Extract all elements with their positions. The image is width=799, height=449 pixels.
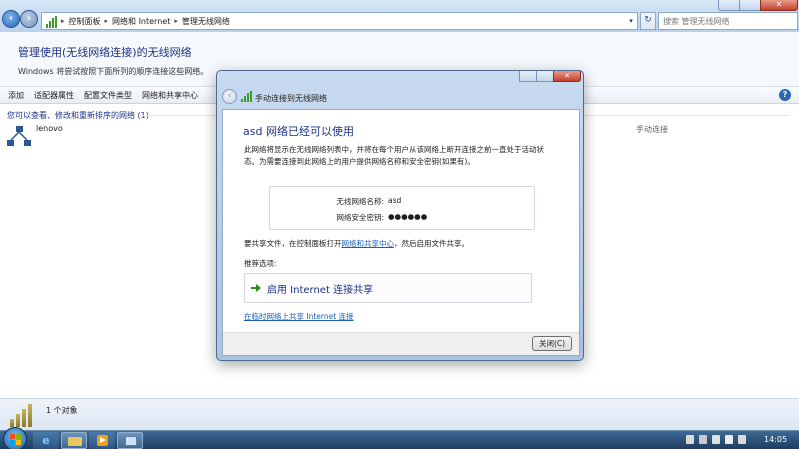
wireless-signal-icon [10, 403, 36, 427]
clock[interactable]: 14:05 [764, 435, 787, 444]
dialog-minimize-button[interactable] [519, 71, 537, 82]
close-button[interactable]: ✕ [760, 0, 798, 11]
control-panel-icon[interactable] [117, 432, 143, 449]
media-player-icon[interactable] [89, 432, 115, 449]
share-instructions: 要共享文件，在控制面板打开网络和共享中心，然后启用文件共享。 [244, 238, 469, 249]
help-icon[interactable]: ? [779, 89, 791, 101]
network-signal-icon [44, 14, 60, 28]
play-icon [97, 435, 108, 446]
network-sharing-center-link[interactable]: 网络和共享中心 [342, 239, 395, 248]
search-input[interactable]: 搜索 管理无线网络 [658, 12, 798, 30]
dialog-body: asd 网络已经可以使用 此网络将显示在无线网络列表中，并将在每个用户从该网络上… [222, 109, 580, 356]
add-button[interactable]: 添加 [3, 90, 29, 101]
system-tray [686, 435, 746, 444]
volume-icon[interactable] [738, 435, 746, 444]
minimize-button[interactable] [718, 0, 740, 11]
profile-types-button[interactable]: 配置文件类型 [79, 90, 137, 101]
forward-button[interactable]: › [20, 10, 38, 28]
dialog-footer: 关闭(C) [223, 332, 579, 355]
details-pane: 1 个对象 [0, 398, 799, 430]
breadcrumb-control-panel[interactable]: 控制面板 [66, 16, 104, 27]
dialog-heading: asd 网络已经可以使用 [243, 125, 354, 138]
dialog-back-button[interactable]: ‹ [222, 89, 237, 104]
network-tray-icon[interactable] [712, 435, 720, 444]
security-key-label: 网络安全密钥: [336, 213, 384, 222]
windows-logo-icon [10, 434, 21, 445]
network-name-label: 无线网络名称: [336, 197, 384, 206]
refresh-button[interactable]: ↻ [640, 12, 656, 30]
taskbar: e 14:05 [0, 427, 799, 449]
keyboard-icon[interactable] [686, 435, 694, 444]
manual-connect-dialog: ✕ ‹ 手动连接到无线网络 asd 网络已经可以使用 此网络将显示在无线网络列表… [216, 70, 584, 361]
network-name-row: 无线网络名称: asd [270, 196, 536, 208]
dialog-title: 手动连接到无线网络 [255, 94, 327, 103]
share-internet-adhoc-link[interactable]: 在临时网络上共享 Internet 连接 [244, 311, 354, 322]
dialog-close-button[interactable]: ✕ [553, 71, 581, 82]
security-key-row: 网络安全密钥: ●●●●●● [270, 212, 536, 224]
back-button[interactable]: ‹ [2, 10, 20, 28]
address-bar[interactable]: ▸ 控制面板 ▸ 网络和 Internet ▸ 管理无线网络 ▾ [41, 12, 638, 30]
object-count: 1 个对象 [46, 406, 78, 415]
address-dropdown-icon[interactable]: ▾ [625, 17, 637, 25]
network-name-value: asd [388, 196, 402, 205]
page-subtitle: Windows 将尝试按照下面所列的顺序连接这些网络。 [18, 67, 209, 76]
dialog-description: 此网络将显示在无线网络列表中，并将在每个用户从该网络上断开连接之前一直处于活动状… [244, 145, 544, 166]
explorer-titlebar: ✕ ‹ › ▸ 控制面板 ▸ 网络和 Internet ▸ 管理无线网络 ▾ ↻… [0, 0, 799, 32]
enable-ics-label: 启用 Internet 连接共享 [267, 284, 374, 296]
recommended-options-label: 推荐选项: [244, 259, 277, 268]
security-key-value: ●●●●●● [388, 212, 428, 221]
close-button[interactable]: 关闭(C) [532, 336, 572, 351]
breadcrumb-manage-wireless[interactable]: 管理无线网络 [179, 16, 233, 27]
search-placeholder: 搜索 管理无线网络 [663, 16, 730, 26]
adapter-properties-button[interactable]: 适配器属性 [29, 90, 79, 101]
share-prefix: 要共享文件，在控制面板打开 [244, 239, 342, 248]
green-arrow-icon [251, 283, 261, 293]
enable-ics-command-button[interactable]: 启用 Internet 连接共享 [244, 273, 532, 303]
network-connection-mode: 手动连接 [636, 125, 668, 134]
network-info-box: 无线网络名称: asd 网络安全密钥: ●●●●●● [269, 186, 535, 230]
page-title: 管理使用(无线网络连接)的无线网络 [18, 46, 192, 59]
control-panel-glyph-icon [125, 436, 137, 446]
share-suffix: ，然后启用文件共享。 [394, 239, 469, 248]
flag-icon[interactable] [699, 435, 707, 444]
group-header: 您可以查看、修改和重新排序的网络 (1) [7, 111, 149, 120]
battery-icon[interactable] [725, 435, 733, 444]
adhoc-network-icon [7, 126, 31, 146]
network-name[interactable]: lenovo [36, 124, 63, 133]
explorer-folder-icon[interactable] [61, 432, 87, 449]
start-button[interactable] [3, 427, 27, 449]
internet-explorer-icon[interactable]: e [33, 432, 59, 449]
network-sharing-center-button[interactable]: 网络和共享中心 [137, 90, 203, 101]
dialog-maximize-button[interactable] [536, 71, 554, 82]
maximize-button[interactable] [739, 0, 761, 11]
breadcrumb-network-internet[interactable]: 网络和 Internet [109, 16, 173, 27]
wireless-signal-icon [241, 91, 253, 102]
folder-icon [68, 437, 82, 446]
